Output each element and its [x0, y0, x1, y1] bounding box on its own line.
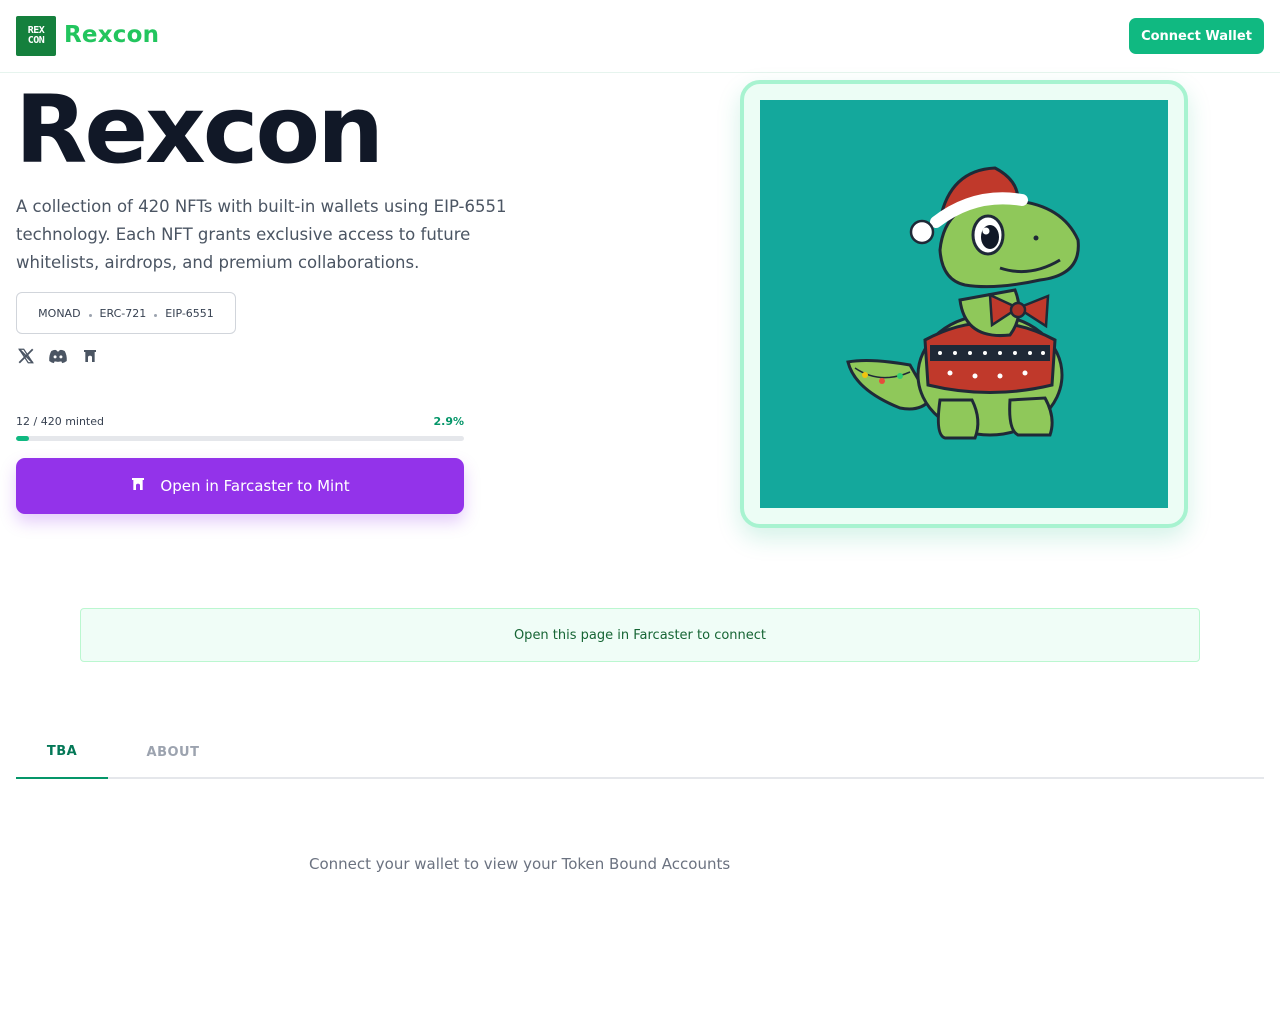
chain-tags: MONAD ERC-721 EIP-6551 [16, 292, 236, 334]
notice-text: Open this page in Farcaster to connect [513, 627, 767, 643]
mint-button-label: Open in Farcaster to Mint [160, 477, 350, 495]
nft-image [760, 100, 1168, 508]
farcaster-icon[interactable] [80, 346, 100, 366]
tag-chain: MONAD [38, 306, 81, 320]
farcaster-connect-notice: Open this page in Farcaster to connect [80, 608, 1200, 662]
tab-tba[interactable]: TBA [16, 726, 108, 779]
collection-description: A collection of 420 NFTs with built-in w… [16, 197, 507, 272]
minted-percent: 2.9% [433, 415, 464, 428]
tba-empty-message: Connect your wallet to view your Token B… [309, 855, 731, 873]
logo-text-bottom: CON [27, 35, 45, 46]
open-farcaster-mint-button[interactable]: Open in Farcaster to Mint [16, 458, 464, 514]
collection-title: Rexcon [15, 76, 384, 185]
social-links [16, 346, 100, 366]
content-tabs: TBA ABOUT [16, 726, 1264, 779]
rexcon-logo[interactable]: REX CON [16, 16, 56, 56]
farcaster-icon [130, 476, 146, 496]
connect-wallet-button[interactable]: Connect Wallet [1129, 18, 1264, 54]
mint-progress-labels: 12 / 420 minted 2.9% [16, 415, 464, 428]
tag-separator [154, 313, 158, 317]
tag-tba-standard: EIP-6551 [165, 306, 214, 320]
tag-separator [88, 313, 92, 317]
tag-standard: ERC-721 [99, 306, 147, 320]
top-nav: REX CON Rexcon Connect Wallet [0, 0, 1280, 73]
mint-progress-fill [16, 436, 29, 441]
nft-preview-frame [740, 80, 1188, 528]
brand-name[interactable]: Rexcon [64, 22, 159, 48]
tab-about[interactable]: ABOUT [128, 726, 218, 779]
minted-count: 12 / 420 minted [16, 415, 104, 428]
x-icon[interactable] [16, 346, 36, 366]
discord-icon[interactable] [48, 346, 68, 366]
mint-progress-bar [16, 436, 464, 441]
